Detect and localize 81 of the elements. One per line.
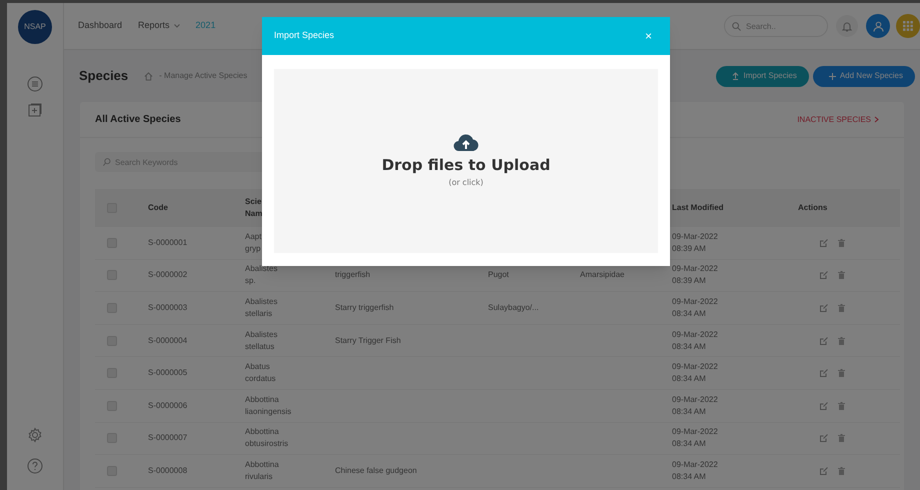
- dropzone[interactable]: Drop files to Upload (or click): [274, 69, 658, 253]
- edit-icon[interactable]: [820, 304, 828, 312]
- dropzone-title: Drop files to Upload: [382, 154, 550, 176]
- table-cell-text: S-0000008: [148, 464, 188, 477]
- table-cell-text: Starry triggerfish: [335, 302, 395, 314]
- search-icon: [732, 22, 741, 31]
- help-icon[interactable]: [27, 458, 43, 474]
- table-cell-text: Pugot: [488, 269, 510, 282]
- trash-icon[interactable]: [838, 336, 845, 345]
- page-title: Species: [79, 67, 128, 86]
- add-page-icon[interactable]: [28, 103, 42, 117]
- trash-icon[interactable]: [838, 434, 845, 442]
- table-cell-text: S-0000007: [148, 432, 188, 444]
- edit-icon[interactable]: [820, 402, 828, 410]
- grid-icon: [903, 21, 913, 31]
- table-cell-text: 09-Mar-2022 08:34 AM: [672, 426, 719, 450]
- table-cell-text: Abalistes stellatus: [245, 328, 278, 353]
- list-icon[interactable]: [27, 76, 43, 92]
- trash-icon[interactable]: [838, 402, 845, 410]
- table-cell-text: S-0000006: [148, 400, 188, 412]
- settings-icon[interactable]: [27, 427, 43, 443]
- table-cell-text: 09-Mar-2022 08:34 AM: [672, 361, 719, 386]
- user-button[interactable]: [866, 14, 890, 38]
- nav-link[interactable]: Reports: [138, 19, 180, 33]
- card-title: All Active Species: [95, 113, 181, 127]
- trash-icon[interactable]: [838, 304, 845, 312]
- table-cell-text: 09-Mar-2022 08:39 AM: [672, 230, 719, 255]
- chevron-icon: [874, 116, 880, 123]
- plus-icon: [828, 72, 836, 80]
- trash-icon[interactable]: [838, 369, 845, 378]
- table-cell-text: Sulaybagyo/...: [488, 302, 540, 314]
- dropzone-hint: (or click): [448, 177, 484, 190]
- column-header: Last Modified: [672, 202, 725, 214]
- logo[interactable]: NSAP: [18, 10, 52, 44]
- nav-link[interactable]: 2021: [196, 19, 216, 33]
- action-button[interactable]: Import Species: [716, 66, 809, 86]
- edit-icon[interactable]: [820, 238, 828, 247]
- column-header: Scie Nam: [245, 196, 264, 220]
- table-cell-text: S-0000005: [148, 367, 188, 380]
- notification-button[interactable]: [836, 15, 858, 37]
- table-cell-text: 09-Mar-2022 08:34 AM: [672, 296, 719, 320]
- table-cell-text: 09-Mar-2022 08:34 AM: [672, 394, 719, 418]
- trash-icon[interactable]: [838, 271, 845, 280]
- table-cell-text: 09-Mar-2022 08:39 AM: [672, 263, 719, 288]
- apps-button[interactable]: [896, 14, 920, 38]
- caret-icon: [174, 24, 180, 28]
- bell-icon: [842, 20, 852, 32]
- trash-icon[interactable]: [838, 238, 845, 247]
- table-cell-text: S-0000002: [148, 269, 188, 282]
- column-header: Actions: [798, 202, 828, 214]
- edit-icon[interactable]: [820, 271, 828, 280]
- close-button[interactable]: ×: [644, 30, 652, 42]
- table-cell-text: Abatus cordatus: [245, 361, 277, 386]
- upload-icon: [732, 72, 740, 80]
- edit-icon[interactable]: [820, 434, 828, 442]
- table-cell-text: Amarsipidae: [580, 269, 626, 282]
- table-cell-text: Abbottina obtusirostris: [245, 426, 290, 450]
- table-cell-text: S-0000004: [148, 334, 188, 347]
- table-cell-text: 09-Mar-2022 08:34 AM: [672, 328, 719, 353]
- dialog-title: Import Species: [274, 29, 334, 42]
- table-cell-text: Abbottina rivularis: [245, 458, 280, 483]
- table-cell-text: S-0000001: [148, 236, 188, 249]
- table-cell-text: Abbottina liaoningensis: [245, 394, 292, 418]
- home-icon[interactable]: [144, 72, 154, 80]
- table-cell-text: 09-Mar-2022 08:34 AM: [672, 458, 719, 483]
- table-cell-text: Abalistes sp.: [245, 263, 278, 288]
- cloud-upload-icon: [453, 132, 479, 153]
- table-cell-text: Starry Trigger Fish: [335, 334, 402, 347]
- column-header: Code: [148, 202, 169, 214]
- table-cell-text: Chinese false gudgeon: [335, 464, 418, 477]
- action-button[interactable]: Add New Species: [812, 66, 915, 86]
- user-icon: [872, 20, 884, 32]
- table-cell-text: triggerfish: [335, 269, 372, 282]
- table-cell-text: S-0000003: [148, 302, 188, 314]
- edit-icon[interactable]: [820, 466, 828, 475]
- edit-icon[interactable]: [820, 336, 828, 345]
- table-cell-text: Abalistes stellaris: [245, 296, 278, 320]
- trash-icon[interactable]: [838, 466, 845, 475]
- edit-icon[interactable]: [820, 369, 828, 378]
- nav-link[interactable]: Dashboard: [78, 19, 122, 33]
- table-cell-text: Aapt gryp: [245, 230, 262, 255]
